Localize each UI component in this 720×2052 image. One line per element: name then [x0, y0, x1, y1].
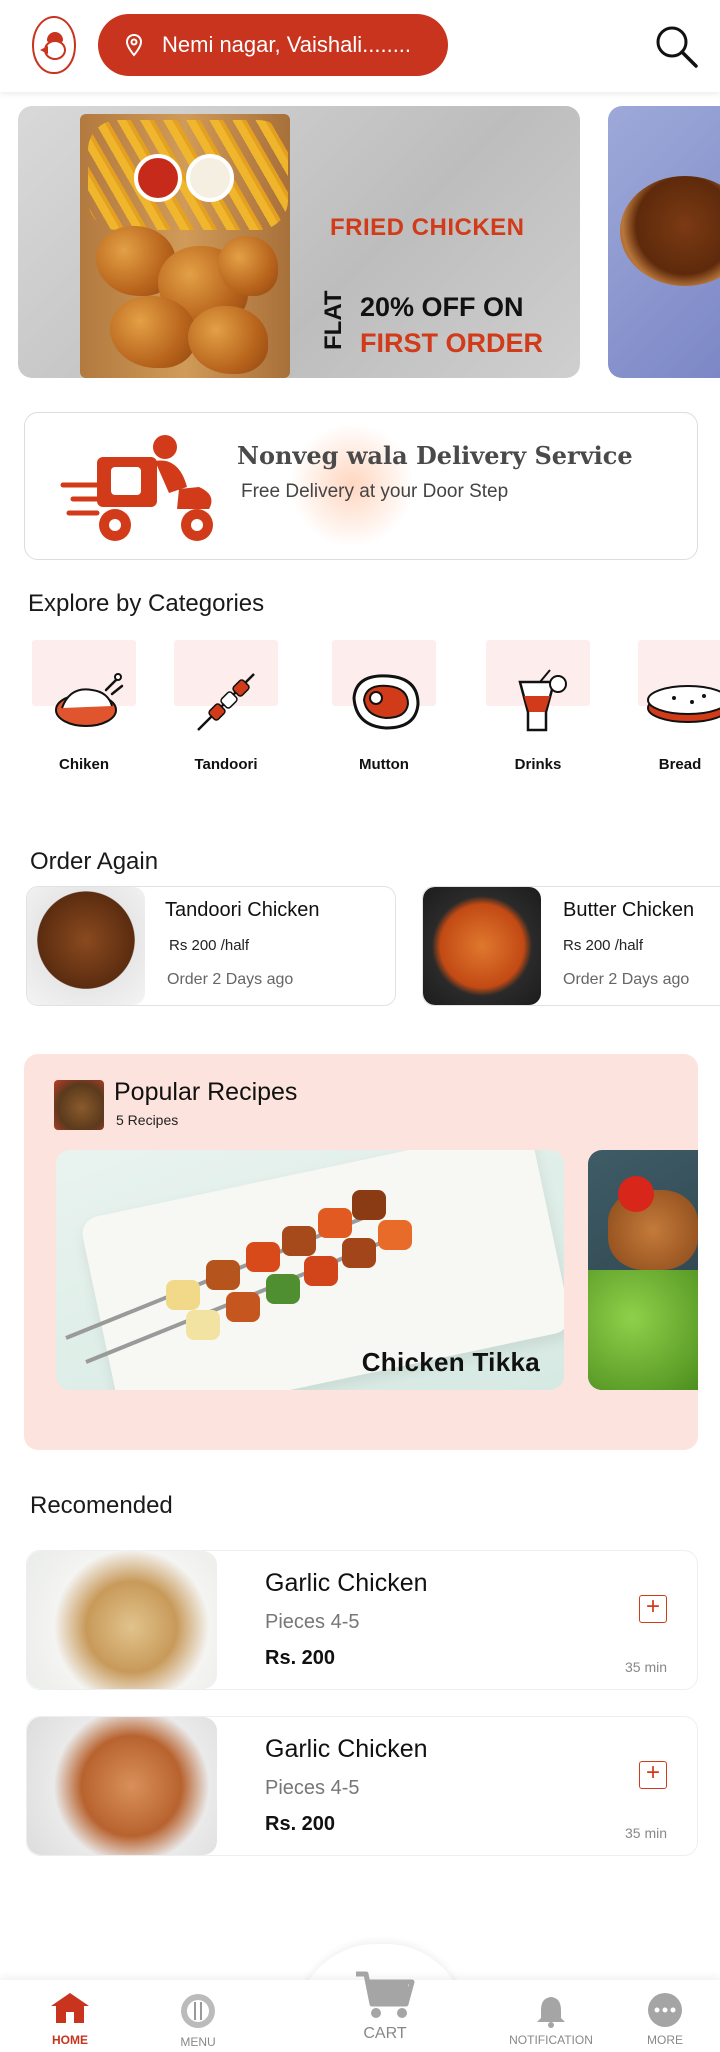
delivery-time: 35 min — [625, 1659, 668, 1675]
nav-label: CART — [363, 2025, 407, 2042]
category-label: Drinks — [514, 756, 562, 773]
promo-flat-label: FLAT — [320, 290, 347, 350]
location-selector[interactable]: Nemi nagar, Vaishali........ — [98, 14, 448, 76]
category-label: Tandoori — [194, 756, 258, 773]
promo-offer-line1: 20% OFF ON — [360, 292, 524, 322]
location-pin-icon — [125, 33, 143, 57]
recipe-name: Chicken Tikka — [361, 1347, 540, 1377]
category-chiken[interactable]: Chiken — [24, 640, 144, 780]
home-icon — [51, 1993, 89, 2023]
food-name: Garlic Chicken — [265, 1569, 428, 1597]
recipe-card[interactable]: Chicken Tikka — [56, 1150, 564, 1390]
nav-label: MORE — [647, 2033, 683, 2047]
category-mutton[interactable]: Mutton — [324, 640, 444, 780]
cart-icon — [356, 1971, 415, 2018]
nav-home[interactable]: HOME — [40, 1990, 100, 2047]
food-price: Rs. 200 — [265, 1813, 336, 1835]
food-pieces: Pieces 4-5 — [265, 1611, 360, 1633]
popular-recipes-section: Popular Recipes 5 Recipes Chicken Tikka — [24, 1054, 698, 1450]
nav-label: NOTIFICATION — [509, 2033, 593, 2047]
food-name: Garlic Chicken — [265, 1735, 428, 1763]
add-to-cart-button[interactable]: + — [639, 1761, 667, 1789]
bread-icon — [647, 685, 720, 723]
food-image — [423, 887, 541, 1005]
order-item-name: Tandoori Chicken — [165, 899, 320, 921]
location-text: Nemi nagar, Vaishali........ — [162, 32, 412, 57]
food-image — [27, 1551, 217, 1689]
nav-notification[interactable]: NOTIFICATION — [506, 1994, 596, 2047]
add-to-cart-button[interactable]: + — [639, 1595, 667, 1623]
recommended-card[interactable]: Garlic Chicken Pieces 4-5 Rs. 200 + 35 m… — [26, 1550, 698, 1690]
category-tandoori[interactable]: Tandoori — [166, 640, 286, 780]
promo-banner-next[interactable] — [608, 106, 720, 378]
more-dots-icon — [648, 1993, 682, 2027]
order-item-when: Order 2 Days ago — [563, 971, 690, 988]
delivery-time: 35 min — [625, 1825, 668, 1841]
banner-image — [620, 176, 720, 286]
recipe-card[interactable] — [588, 1150, 698, 1390]
order-item-name: Butter Chicken — [563, 899, 695, 921]
promo-offer-line2: FIRST ORDER — [360, 328, 544, 358]
order-item-price: Rs 200 /half — [169, 937, 250, 954]
skewer-icon — [197, 673, 255, 731]
nav-label: MENU — [180, 2035, 216, 2049]
nav-menu[interactable]: MENU — [168, 1992, 228, 2049]
nav-label: HOME — [52, 2033, 88, 2047]
food-image — [27, 1717, 217, 1855]
category-label: Chiken — [58, 756, 109, 773]
brand-logo[interactable] — [32, 16, 76, 74]
category-label: Mutton — [359, 756, 409, 773]
steak-icon — [352, 674, 420, 730]
search-icon[interactable] — [652, 22, 700, 70]
category-drinks[interactable]: Drinks — [478, 640, 598, 780]
recommended-heading: Recomended — [30, 1492, 173, 1519]
delivery-scooter-icon — [60, 435, 213, 541]
categories-heading: Explore by Categories — [28, 590, 265, 617]
roast-chicken-icon — [55, 673, 124, 727]
promo-banner-fried-chicken[interactable]: FRIED CHICKEN FLAT 20% OFF ON FIRST ORDE… — [18, 106, 580, 378]
order-again-card[interactable]: Tandoori Chicken Rs 200 /half Order 2 Da… — [26, 886, 396, 1006]
bell-icon — [537, 1997, 565, 2028]
recommended-card[interactable]: Garlic Chicken Pieces 4-5 Rs. 200 + 35 m… — [26, 1716, 698, 1856]
menu-plate-icon — [181, 1994, 215, 2028]
popular-recipes-title: Popular Recipes — [114, 1078, 298, 1106]
delivery-service-card[interactable]: Nonveg wala Delivery Service Free Delive… — [24, 412, 698, 560]
nav-cart[interactable]: CART — [350, 1970, 420, 2043]
delivery-title: Nonveg wala Delivery Service — [237, 441, 633, 470]
popular-recipes-count: 5 Recipes — [116, 1112, 179, 1128]
order-item-price: Rs 200 /half — [563, 937, 644, 954]
order-again-card[interactable]: Butter Chicken Rs 200 /half Order 2 Days… — [422, 886, 720, 1006]
nav-more[interactable]: MORE — [640, 1992, 690, 2047]
food-price: Rs. 200 — [265, 1647, 336, 1669]
app-header: Nemi nagar, Vaishali........ — [0, 0, 720, 92]
food-pieces: Pieces 4-5 — [265, 1777, 360, 1799]
food-image — [27, 887, 145, 1005]
category-bread[interactable]: Bread — [630, 640, 720, 780]
popular-recipes-thumbnail — [54, 1080, 104, 1130]
promo-title: FRIED CHICKEN — [330, 214, 525, 241]
category-label: Bread — [658, 756, 702, 773]
delivery-subtitle: Free Delivery at your Door Step — [241, 481, 509, 502]
order-again-heading: Order Again — [30, 848, 159, 875]
order-item-when: Order 2 Days ago — [167, 971, 294, 988]
drink-glass-icon — [518, 669, 567, 732]
